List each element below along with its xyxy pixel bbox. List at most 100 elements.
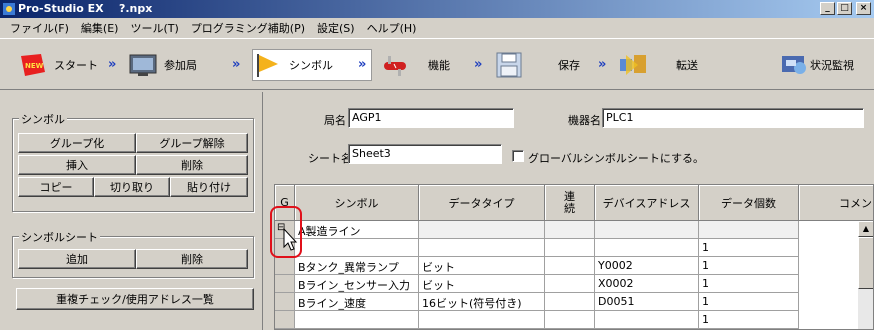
step-start-label: スタート xyxy=(54,59,98,72)
step-arrow: » xyxy=(108,57,117,72)
row-symbol-cell[interactable] xyxy=(295,311,419,329)
column-header-continuous[interactable]: 連 続 xyxy=(545,185,595,221)
device-name-field[interactable]: PLC1 xyxy=(602,108,864,128)
paste-button[interactable]: 貼り付け xyxy=(170,177,248,197)
cut-button[interactable]: 切り取り xyxy=(94,177,170,197)
step-status-monitor[interactable]: 状況監視 xyxy=(780,49,874,81)
transfer-icon xyxy=(618,51,648,79)
symbol-table: G シンボル データタイプ 連 続 デバイスアドレス データ個数 コメン ⊟ A… xyxy=(274,184,874,330)
station-name-label: 局名 xyxy=(324,114,346,127)
svg-text:NEW: NEW xyxy=(25,62,44,70)
symbol-editor: 局名 AGP1 機器名 PLC1 シート名 Sheet3 グローバルシンボルシー… xyxy=(268,92,874,330)
step-status-monitor-label: 状況監視 xyxy=(810,59,854,72)
flag-icon xyxy=(253,51,283,79)
step-save[interactable]: 保存 xyxy=(494,49,580,81)
duplicate-check-button[interactable]: 重複チェック/使用アドレス一覧 xyxy=(16,288,254,310)
column-header-comment[interactable]: コメン xyxy=(799,185,873,221)
table-vertical-scrollbar[interactable]: ▲ xyxy=(857,221,873,329)
copy-button[interactable]: コピー xyxy=(18,177,94,197)
symbol-group-label: シンボル xyxy=(19,111,67,127)
add-sheet-button[interactable]: 追加 xyxy=(18,249,136,269)
row-symbol-cell[interactable]: Bライン_速度 xyxy=(295,293,419,311)
step-stations-label: 参加局 xyxy=(164,59,197,72)
row-symbol-cell[interactable] xyxy=(295,239,419,257)
swiss-knife-icon xyxy=(380,51,410,79)
column-header-datatype[interactable]: データタイプ xyxy=(419,185,545,221)
minimize-button[interactable]: _ xyxy=(820,2,835,15)
group-row-symbol[interactable]: A製造ライン xyxy=(295,221,419,239)
row-address-cell[interactable] xyxy=(595,311,699,329)
row-count-cell[interactable]: 1 xyxy=(699,239,799,257)
row-count-cell[interactable]: 1 xyxy=(699,275,799,293)
window-title: Pro-Studio EX ?.npx xyxy=(18,2,153,15)
menu-help[interactable]: ヘルプ(H) xyxy=(361,20,423,36)
step-transfer-label: 転送 xyxy=(676,59,698,72)
global-sheet-checkbox[interactable] xyxy=(512,150,524,162)
device-name-label: 機器名 xyxy=(568,114,601,127)
row-continuous-cell[interactable] xyxy=(545,275,595,293)
row-datatype-cell[interactable] xyxy=(419,239,545,257)
row-continuous-cell[interactable] xyxy=(545,293,595,311)
insert-button[interactable]: 挿入 xyxy=(18,155,136,175)
menu-edit[interactable]: 編集(E) xyxy=(75,20,125,36)
row-count-cell[interactable]: 1 xyxy=(699,311,799,329)
row-address-cell[interactable]: Y0002 xyxy=(595,257,699,275)
row-symbol-cell[interactable]: Bタンク_異常ランプ xyxy=(295,257,419,275)
row-datatype-cell[interactable]: ビット xyxy=(419,257,545,275)
group-button[interactable]: グループ化 xyxy=(18,133,136,153)
scroll-up-icon[interactable]: ▲ xyxy=(858,221,873,237)
row-count-cell[interactable]: 1 xyxy=(699,257,799,275)
row-selector[interactable] xyxy=(275,311,295,329)
symbol-sheet-group: シンボルシート 追加 削除 xyxy=(12,229,254,278)
column-header-data-count[interactable]: データ個数 xyxy=(699,185,799,221)
step-start[interactable]: NEW スタート xyxy=(18,49,98,81)
row-continuous-cell[interactable] xyxy=(545,257,595,275)
row-symbol-cell[interactable]: Bライン_センサー入力 xyxy=(295,275,419,293)
step-transfer[interactable]: 転送 xyxy=(618,49,698,81)
new-badge-icon: NEW xyxy=(18,51,48,79)
step-save-label: 保存 xyxy=(558,59,580,72)
row-selector[interactable] xyxy=(275,293,295,311)
row-continuous-cell[interactable] xyxy=(545,239,595,257)
menu-settings[interactable]: 設定(S) xyxy=(311,20,361,36)
close-button[interactable]: × xyxy=(856,2,871,15)
sheet-name-field[interactable]: Sheet3 xyxy=(348,144,502,164)
symbol-group: シンボル グループ化 グループ解除 挿入 削除 コピー 切り取り 貼り付け xyxy=(12,111,254,212)
delete-symbol-button[interactable]: 削除 xyxy=(136,155,248,175)
row-address-cell[interactable] xyxy=(595,239,699,257)
column-header-device-address[interactable]: デバイスアドレス xyxy=(595,185,699,221)
group-row-cell xyxy=(699,221,799,239)
delete-sheet-button[interactable]: 削除 xyxy=(136,249,248,269)
menu-tools[interactable]: ツール(T) xyxy=(124,20,184,36)
step-stations[interactable]: 参加局 xyxy=(128,49,197,81)
row-count-cell[interactable]: 1 xyxy=(699,293,799,311)
menu-bar: ファイル(F) 編集(E) ツール(T) プログラミング補助(P) 設定(S) … xyxy=(0,18,874,38)
step-arrow: » xyxy=(232,57,241,72)
ungroup-button[interactable]: グループ解除 xyxy=(136,133,248,153)
maximize-button[interactable]: □ xyxy=(837,2,852,15)
left-panel: シンボル グループ化 グループ解除 挿入 削除 コピー 切り取り 貼り付け シン… xyxy=(0,92,262,330)
menu-programming-aid[interactable]: プログラミング補助(P) xyxy=(185,20,311,36)
row-selector[interactable] xyxy=(275,275,295,293)
row-datatype-cell[interactable]: 16ビット(符号付き) xyxy=(419,293,545,311)
column-header-symbol[interactable]: シンボル xyxy=(295,185,419,221)
station-name-field[interactable]: AGP1 xyxy=(348,108,514,128)
step-function[interactable]: 機能 xyxy=(380,49,450,81)
floppy-disk-icon xyxy=(494,51,524,79)
step-symbol[interactable]: シンボル xyxy=(252,49,372,81)
step-function-label: 機能 xyxy=(428,59,450,72)
row-continuous-cell[interactable] xyxy=(545,311,595,329)
row-selector[interactable] xyxy=(275,257,295,275)
row-datatype-cell[interactable] xyxy=(419,311,545,329)
row-datatype-cell[interactable]: ビット xyxy=(419,275,545,293)
scroll-thumb[interactable] xyxy=(858,237,873,289)
symbol-sheet-group-label: シンボルシート xyxy=(19,229,100,245)
step-arrow: » xyxy=(598,57,607,72)
global-sheet-checkbox-label: グローバルシンボルシートにする。 xyxy=(528,152,704,165)
row-address-cell[interactable]: X0002 xyxy=(595,275,699,293)
status-monitor-icon xyxy=(780,51,810,79)
row-address-cell[interactable]: D0051 xyxy=(595,293,699,311)
menu-file[interactable]: ファイル(F) xyxy=(4,20,75,36)
group-row-cell xyxy=(545,221,595,239)
monitor-icon xyxy=(128,51,158,79)
